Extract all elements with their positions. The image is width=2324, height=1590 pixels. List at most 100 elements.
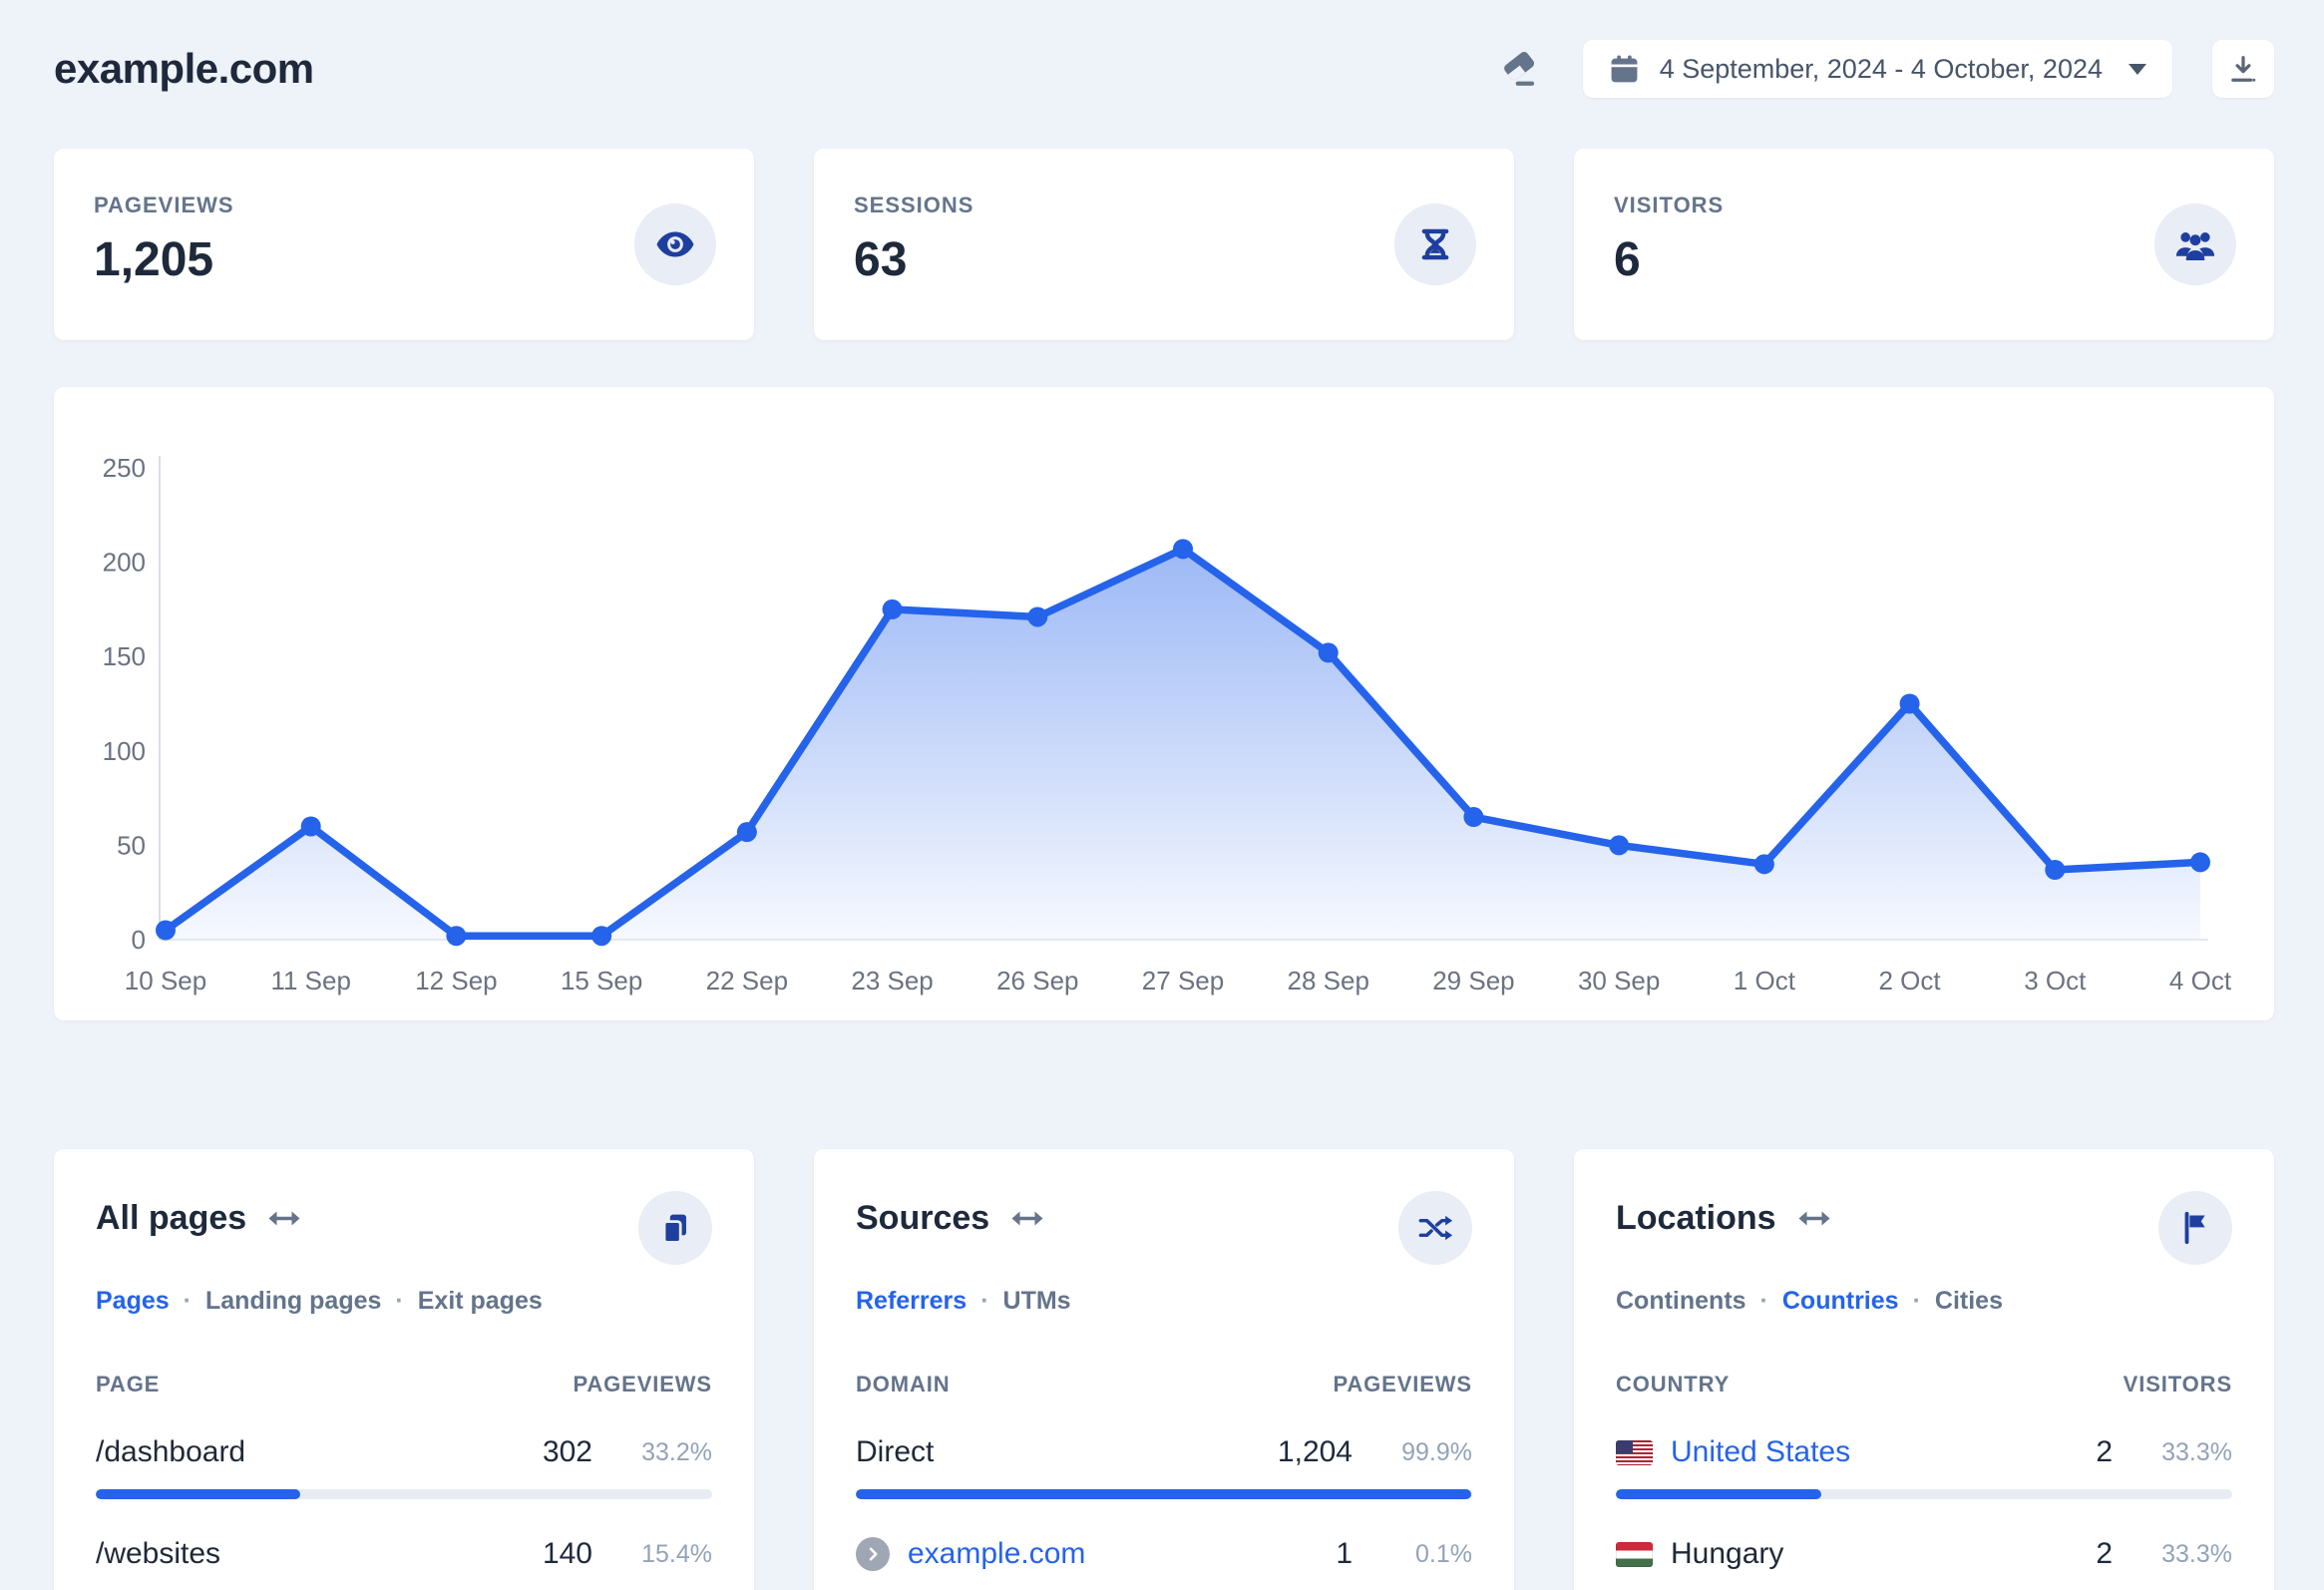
row-value: 2 bbox=[2096, 1537, 2113, 1570]
stat-card-pageviews: PAGEVIEWS 1,205 bbox=[54, 149, 754, 340]
header: example.com 4 September, 2024 - 4 Octobe… bbox=[0, 0, 2324, 98]
tab-exit-pages[interactable]: Exit pages bbox=[418, 1287, 543, 1316]
download-button[interactable] bbox=[2212, 40, 2274, 98]
row-percent: 33.2% bbox=[641, 1437, 712, 1466]
country-name: Hungary bbox=[1616, 1537, 1783, 1571]
stat-label: VISITORS bbox=[1614, 193, 1725, 217]
source-name: Direct bbox=[856, 1435, 935, 1468]
column-header-right: VISITORS bbox=[2123, 1372, 2232, 1396]
table-row[interactable]: Direct 1,204 99.9% bbox=[856, 1435, 1472, 1499]
progress-bar bbox=[96, 1489, 712, 1499]
svg-text:15 Sep: 15 Sep bbox=[561, 966, 642, 995]
panel-title: All pages bbox=[96, 1199, 247, 1237]
svg-text:50: 50 bbox=[117, 830, 146, 860]
panel-all-pages: All pages Pages · Landing pages · Exit p… bbox=[54, 1149, 754, 1590]
country-link[interactable]: United States bbox=[1616, 1435, 1850, 1469]
table-row[interactable]: example.com 1 0.1% bbox=[856, 1537, 1472, 1590]
table-row[interactable]: /websites 140 15.4% bbox=[96, 1537, 712, 1590]
us-flag-icon bbox=[1616, 1439, 1653, 1465]
stat-value: 1,205 bbox=[94, 233, 214, 286]
svg-text:0: 0 bbox=[132, 925, 146, 955]
column-header-right: PAGEVIEWS bbox=[573, 1372, 712, 1396]
tab-cities[interactable]: Cities bbox=[1935, 1287, 2003, 1316]
tab-pages[interactable]: Pages bbox=[96, 1287, 170, 1316]
panel-sources: Sources Referrers · UTMs DOMAIN PAGEVIEW… bbox=[814, 1149, 1514, 1590]
row-value: 1,204 bbox=[1277, 1435, 1353, 1468]
hourglass-icon bbox=[1394, 203, 1476, 285]
line-chart: 0 50 100 150 200 250 10 Sep 11 Sep 12 Sep 15 Sep 2… bbox=[103, 453, 2232, 995]
row-percent: 33.3% bbox=[2161, 1437, 2232, 1466]
progress-bar bbox=[1616, 1489, 2232, 1499]
shuffle-button[interactable] bbox=[1398, 1191, 1472, 1265]
page-name: /dashboard bbox=[96, 1435, 246, 1468]
svg-text:12 Sep: 12 Sep bbox=[415, 966, 497, 995]
tab-utms[interactable]: UTMs bbox=[1003, 1287, 1071, 1316]
row-percent: 15.4% bbox=[641, 1539, 712, 1568]
tab-continents[interactable]: Continents bbox=[1616, 1287, 1746, 1316]
row-percent: 33.3% bbox=[2161, 1539, 2232, 1568]
svg-text:10 Sep: 10 Sep bbox=[125, 966, 206, 995]
svg-text:22 Sep: 22 Sep bbox=[706, 966, 788, 995]
copy-pages-icon bbox=[660, 1212, 690, 1245]
row-value: 140 bbox=[542, 1537, 592, 1570]
table-row[interactable]: United States 2 33.3% bbox=[1616, 1435, 2232, 1499]
panel-locations: Locations Continents · Countries · Citie… bbox=[1574, 1149, 2274, 1590]
row-percent: 0.1% bbox=[1415, 1539, 1472, 1568]
stat-value: 6 bbox=[1614, 233, 1641, 286]
source-link[interactable]: example.com bbox=[856, 1537, 1085, 1571]
date-range-label: 4 September, 2024 - 4 October, 2024 bbox=[1659, 53, 2103, 84]
column-header-left: DOMAIN bbox=[856, 1372, 951, 1396]
column-header-right: PAGEVIEWS bbox=[1333, 1372, 1472, 1396]
chevron-right-icon bbox=[856, 1537, 890, 1571]
svg-text:100: 100 bbox=[103, 736, 146, 766]
svg-text:26 Sep: 26 Sep bbox=[996, 966, 1078, 995]
svg-text:30 Sep: 30 Sep bbox=[1578, 966, 1660, 995]
svg-text:200: 200 bbox=[103, 548, 146, 578]
arrows-horizontal-icon[interactable] bbox=[1796, 1208, 1832, 1229]
panels-row: All pages Pages · Landing pages · Exit p… bbox=[54, 1149, 2274, 1590]
row-value: 302 bbox=[542, 1435, 592, 1468]
table-row[interactable]: /dashboard 302 33.2% bbox=[96, 1435, 712, 1499]
hungary-flag-icon bbox=[1616, 1541, 1653, 1567]
svg-text:23 Sep: 23 Sep bbox=[851, 966, 933, 995]
copy-pages-button[interactable] bbox=[638, 1191, 712, 1265]
date-range-picker[interactable]: 4 September, 2024 - 4 October, 2024 bbox=[1582, 40, 2172, 98]
arrows-horizontal-icon[interactable] bbox=[1009, 1208, 1045, 1229]
tab-referrers[interactable]: Referrers bbox=[856, 1287, 967, 1316]
flag-button[interactable] bbox=[2158, 1191, 2232, 1265]
calendar-icon bbox=[1609, 54, 1640, 85]
svg-text:27 Sep: 27 Sep bbox=[1142, 966, 1224, 995]
stat-card-visitors: VISITORS 6 bbox=[1574, 149, 2274, 340]
locations-tabs: Continents · Countries · Cities bbox=[1616, 1287, 2003, 1316]
stat-label: SESSIONS bbox=[854, 193, 974, 217]
panel-title: Sources bbox=[856, 1199, 990, 1237]
flag-icon bbox=[2181, 1211, 2209, 1245]
svg-text:29 Sep: 29 Sep bbox=[1432, 966, 1514, 995]
download-icon bbox=[2228, 54, 2258, 84]
stat-value: 63 bbox=[854, 233, 908, 286]
svg-text:28 Sep: 28 Sep bbox=[1288, 966, 1369, 995]
shuffle-icon bbox=[1417, 1213, 1453, 1243]
progress-bar bbox=[856, 1489, 1472, 1499]
eraser-icon bbox=[1497, 47, 1543, 92]
page-name: /websites bbox=[96, 1537, 221, 1570]
svg-text:250: 250 bbox=[103, 453, 146, 483]
eraser-button[interactable] bbox=[1497, 47, 1543, 92]
row-percent: 99.9% bbox=[1401, 1437, 1472, 1466]
svg-text:4 Oct: 4 Oct bbox=[2169, 966, 2232, 995]
svg-text:11 Sep: 11 Sep bbox=[270, 966, 350, 995]
sources-tabs: Referrers · UTMs bbox=[856, 1287, 1071, 1316]
svg-text:1 Oct: 1 Oct bbox=[1734, 966, 1796, 995]
stat-label: PAGEVIEWS bbox=[94, 193, 234, 217]
arrows-horizontal-icon[interactable] bbox=[266, 1208, 302, 1229]
table-row[interactable]: Hungary 2 33.3% bbox=[1616, 1537, 2232, 1590]
panel-title: Locations bbox=[1616, 1199, 1776, 1237]
stats-row: PAGEVIEWS 1,205 SESSIONS 63 VISITORS 6 bbox=[54, 149, 2274, 340]
page-title: example.com bbox=[54, 45, 314, 92]
eye-icon bbox=[634, 203, 716, 285]
column-header-left: COUNTRY bbox=[1616, 1372, 1731, 1396]
tab-landing-pages[interactable]: Landing pages bbox=[205, 1287, 381, 1316]
pages-tabs: Pages · Landing pages · Exit pages bbox=[96, 1287, 543, 1316]
row-value: 2 bbox=[2096, 1435, 2113, 1468]
tab-countries[interactable]: Countries bbox=[1782, 1287, 1899, 1316]
